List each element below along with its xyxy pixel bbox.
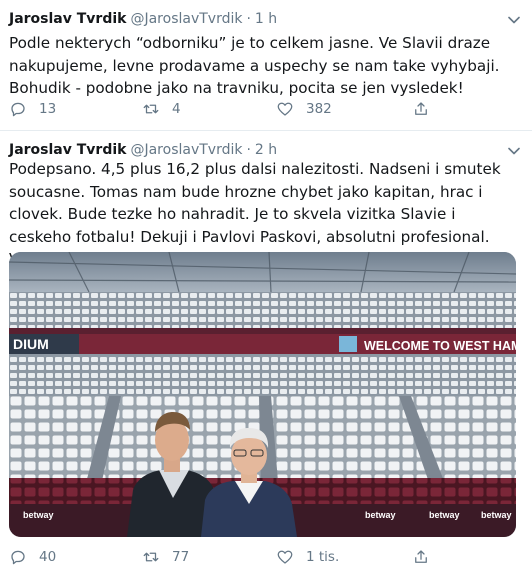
tweet-text: Podle nekterych “odborniku” je to celkem… [9, 34, 500, 97]
heart-icon [277, 550, 293, 564]
stadium-side-text: DIUM [13, 336, 49, 352]
like-count: 382 [306, 101, 332, 117]
reply-icon [11, 102, 25, 117]
tweet-photo[interactable]: DIUM WELCOME TO WEST HAM U betway betway… [9, 252, 516, 537]
separator-dot: · [246, 142, 251, 158]
chevron-down-icon[interactable] [507, 12, 521, 26]
retweet-icon [143, 104, 159, 114]
retweet-button[interactable]: 77 [142, 547, 189, 567]
author-name[interactable]: Jaroslav Tvrdik [9, 142, 126, 158]
retweet-count: 4 [172, 101, 181, 117]
reply-count: 40 [39, 549, 57, 565]
share-icon [415, 102, 427, 115]
author-handle[interactable]: @JaroslavTvrdik [130, 11, 242, 27]
tweet[interactable]: Jaroslav Tvrdik @JaroslavTvrdik · 2 h Podep… [0, 131, 532, 584]
board-text: betway [23, 510, 54, 520]
reply-count: 13 [39, 101, 57, 117]
share-icon [415, 550, 427, 563]
share-button[interactable] [412, 547, 430, 567]
retweet-count: 77 [172, 549, 190, 565]
heart-icon [277, 102, 293, 116]
tweet[interactable]: Jaroslav Tvrdik @JaroslavTvrdik · 1 h Podle… [0, 0, 532, 131]
separator-dot: · [246, 11, 251, 27]
stadium-banner-text: WELCOME TO WEST HAM U [364, 339, 516, 353]
author-handle[interactable]: @JaroslavTvrdik [130, 142, 242, 158]
board-text: betway [365, 510, 396, 520]
reply-button[interactable]: 13 [9, 99, 56, 119]
chevron-down-icon[interactable] [507, 143, 521, 157]
board-text: betway [429, 510, 460, 520]
tweet-timestamp[interactable]: 2 h [255, 142, 277, 158]
tweet-actions: 40 77 1 tis. [9, 547, 519, 567]
reply-icon [11, 550, 25, 565]
reply-button[interactable]: 40 [9, 547, 56, 567]
tweet-header: Jaroslav Tvrdik @JaroslavTvrdik · 1 h [9, 10, 277, 28]
share-button[interactable] [412, 99, 430, 119]
like-button[interactable]: 1 tis. [276, 547, 339, 567]
tweet-timestamp[interactable]: 1 h [255, 11, 277, 27]
retweet-button[interactable]: 4 [142, 99, 181, 119]
tweet-actions: 13 4 382 [9, 99, 519, 119]
like-button[interactable]: 382 [276, 99, 332, 119]
tweet-header: Jaroslav Tvrdik @JaroslavTvrdik · 2 h [9, 141, 277, 159]
retweet-icon [143, 552, 159, 562]
like-count: 1 tis. [306, 549, 340, 565]
board-text: betway [481, 510, 512, 520]
author-name[interactable]: Jaroslav Tvrdik [9, 11, 126, 27]
